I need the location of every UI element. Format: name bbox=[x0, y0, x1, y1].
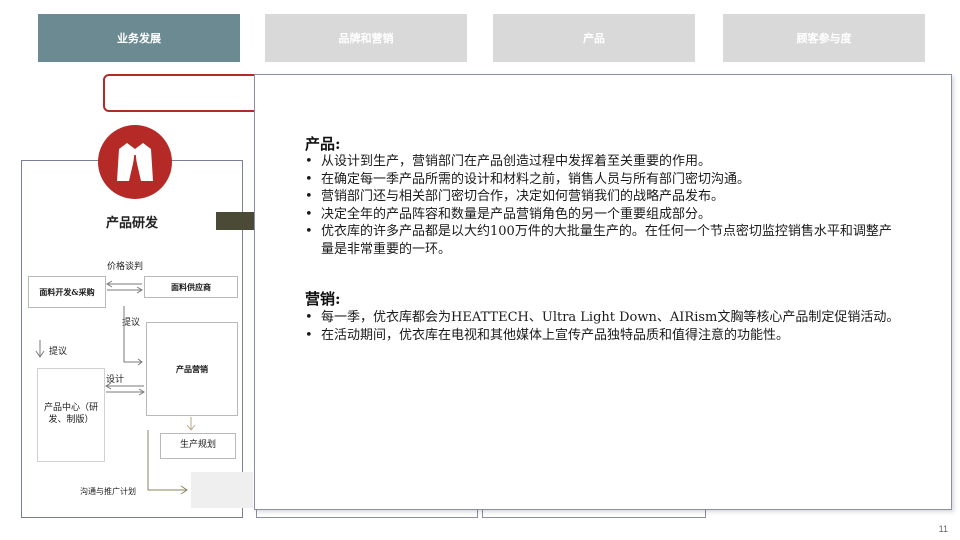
product-heading: 产品: bbox=[305, 135, 341, 153]
product-bullet-list: 从设计到生产，营销部门在产品创造过程中发挥着至关重要的作用。 在确定每一季产品所… bbox=[303, 153, 903, 258]
page-number: 11 bbox=[938, 524, 948, 534]
product-bullet: 营销部门还与相关部门密切合作，决定如何营销我们的战略产品发布。 bbox=[303, 188, 903, 206]
product-bullet: 在确定每一季产品所需的设计和材料之前，销售人员与所有部门密切沟通。 bbox=[303, 171, 903, 189]
product-bullet: 从设计到生产，营销部门在产品创造过程中发挥着至关重要的作用。 bbox=[303, 153, 903, 171]
marketing-heading: 营销: bbox=[305, 290, 341, 308]
product-bullet: 优衣库的许多产品都是以大约100万件的大批量生产的。在任何一个节点密切监控销售水… bbox=[303, 223, 903, 258]
marketing-bullet: 在活动期间，优衣库在电视和其他媒体上宣传产品独特品质和值得注意的功能性。 bbox=[303, 327, 903, 345]
marketing-bullet-list: 每一季，优衣库都会为HEATTECH、Ultra Light Down、AIRi… bbox=[303, 309, 903, 344]
marketing-bullet: 每一季，优衣库都会为HEATTECH、Ultra Light Down、AIRi… bbox=[303, 309, 903, 327]
product-bullet: 决定全年的产品阵容和数量是产品营销角色的另一个重要组成部分。 bbox=[303, 206, 903, 224]
info-popup: 产品: 从设计到生产，营销部门在产品创造过程中发挥着至关重要的作用。 在确定每一… bbox=[254, 74, 952, 510]
